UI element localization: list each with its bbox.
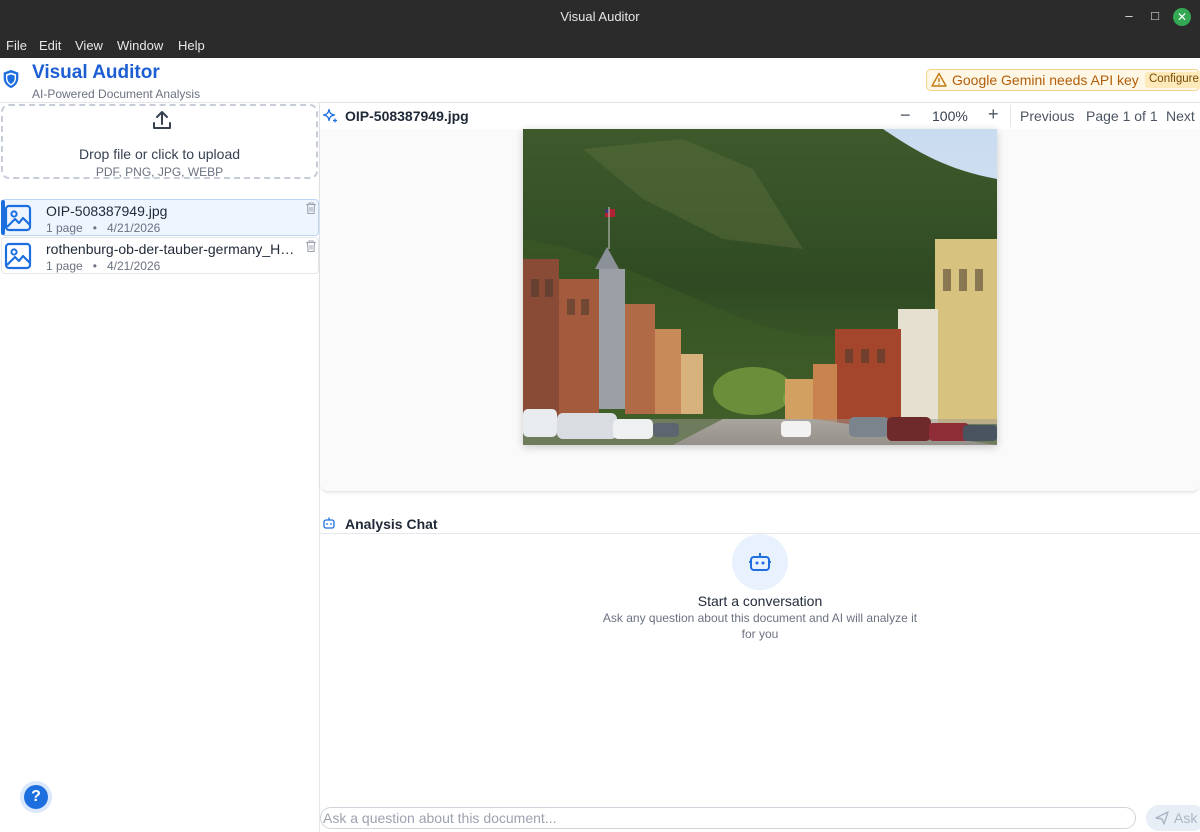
viewer-toolbar: OIP-508387949.jpg − 100% + Previous Page… [320,103,1200,129]
send-icon [1155,811,1169,825]
image-file-icon [4,204,32,232]
menu-edit[interactable]: Edit [39,38,61,53]
analysis-chat-panel: Analysis Chat Start a conversation Ask a… [320,512,1200,832]
upload-icon [153,111,171,129]
next-page-button[interactable]: Next [1166,108,1195,124]
file-name: rothenburg-ob-der-tauber-germany_HDR.jpg [46,241,298,257]
upload-dropzone[interactable]: Drop file or click to upload PDF, PNG, J… [1,104,318,179]
bot-icon [749,553,771,571]
api-key-warning: Google Gemini needs API key Configure [926,69,1200,91]
shield-icon [3,69,19,89]
file-page-count: 1 page [46,221,83,235]
menu-view[interactable]: View [75,38,103,53]
minimize-icon[interactable]: – [1120,8,1138,26]
file-list-item[interactable]: rothenburg-ob-der-tauber-germany_HDR.jpg… [1,237,319,274]
file-meta: 1 page • 4/21/2026 [46,221,160,235]
ask-button-label: Ask [1174,810,1198,826]
api-warning-text: Google Gemini needs API key [952,72,1139,88]
file-page-count: 1 page [46,259,83,273]
maximize-icon[interactable]: □ [1146,8,1164,26]
file-list-item[interactable]: OIP-508387949.jpg 1 page • 4/21/2026 [1,199,319,236]
empty-state-subtitle: Ask any question about this document and… [602,611,918,641]
menu-window[interactable]: Window [117,38,163,53]
chat-header: Analysis Chat [320,512,1200,534]
window-titlebar: Visual Auditor – □ ✕ [0,0,1200,32]
warning-triangle-icon [931,72,947,87]
toolbar-divider [1010,105,1011,127]
meta-separator: • [92,259,97,273]
file-meta: 1 page • 4/21/2026 [46,259,160,273]
bot-icon [323,517,335,529]
upload-label: Drop file or click to upload [78,146,241,162]
app-subtitle: AI-Powered Document Analysis [32,87,201,101]
page-indicator: Page 1 of 1 [1086,108,1158,124]
sparkle-icon [322,108,337,123]
document-image [523,129,997,445]
help-icon[interactable]: ? [24,785,48,809]
trash-icon[interactable] [304,201,318,215]
zoom-out-button[interactable]: − [900,105,911,126]
ask-button[interactable]: Ask [1146,805,1200,831]
file-date: 4/21/2026 [106,221,161,235]
menu-bar: File Edit View Window Help [0,32,1200,58]
sidebar: Drop file or click to upload PDF, PNG, J… [0,103,320,832]
trash-icon[interactable] [304,239,318,253]
menu-file[interactable]: File [6,38,27,53]
upload-file-types: PDF, PNG, JPG, WEBP [95,165,224,179]
chat-title: Analysis Chat [345,516,438,532]
menu-help[interactable]: Help [178,38,205,53]
file-name: OIP-508387949.jpg [46,203,168,219]
document-title: OIP-508387949.jpg [345,108,469,124]
window-title: Visual Auditor [560,9,640,24]
image-file-icon [4,242,32,270]
chat-question-input[interactable] [320,807,1136,829]
configure-button[interactable]: Configure [1145,72,1200,88]
meta-separator: • [92,221,97,235]
zoom-level: 100% [932,108,968,124]
zoom-in-button[interactable]: + [988,104,999,125]
empty-state-title: Start a conversation [697,593,823,609]
chat-empty-avatar [732,534,788,590]
close-icon[interactable]: ✕ [1173,8,1191,26]
app-header: Visual Auditor AI-Powered Document Analy… [0,58,1200,103]
previous-page-button[interactable]: Previous [1020,108,1074,124]
file-date: 4/21/2026 [106,259,161,273]
document-viewer: OIP-508387949.jpg − 100% + Previous Page… [320,103,1200,492]
app-name: Visual Auditor [32,62,160,83]
